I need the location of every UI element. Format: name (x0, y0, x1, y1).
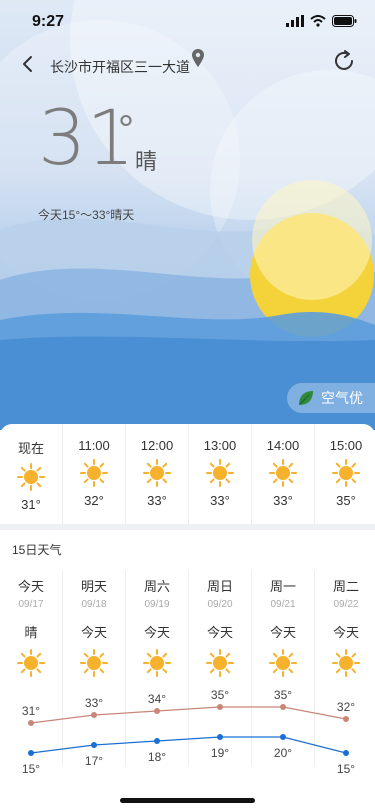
hourly-time: 现在 (17, 441, 44, 456)
daily-day: 明天 (80, 579, 107, 594)
hourly-item: 现在 31° (0, 424, 63, 524)
hourly-forecast[interactable]: 现在 31° 11:00 32° 12:00 33° 13:00 33° 14:… (0, 424, 375, 524)
high-temp-point (343, 716, 349, 722)
current-condition: 晴 (135, 149, 158, 174)
low-temp-label: 17° (85, 754, 103, 768)
low-temp-point (28, 750, 34, 756)
status-icons (286, 15, 357, 27)
hourly-item: 14:00 33° (252, 424, 315, 524)
hourly-time: 12:00 (140, 438, 174, 453)
sun-icon (143, 459, 171, 487)
high-temp-label: 31° (22, 704, 40, 718)
battery-icon (332, 15, 357, 27)
hourly-time: 13:00 (203, 438, 237, 453)
current-degree-symbol: ° (118, 108, 134, 152)
sun-icon (269, 459, 297, 487)
high-temp-label: 34° (148, 692, 166, 706)
sun-icon (143, 649, 171, 677)
high-temp-point (217, 704, 223, 710)
hourly-item: 11:00 32° (63, 424, 126, 524)
low-temp-point (154, 738, 160, 744)
daily-condition: 今天 (206, 625, 233, 640)
sun-icon (332, 649, 360, 677)
hourly-temp: 32° (84, 493, 104, 508)
daily-date: 09/19 (144, 599, 170, 610)
hourly-item: 15:00 35° (315, 424, 375, 524)
hourly-item: 12:00 33° (126, 424, 189, 524)
sun-icon (17, 649, 45, 677)
signal-icon (286, 15, 304, 27)
low-temp-label: 15° (337, 762, 355, 776)
hourly-time: 14:00 (266, 438, 300, 453)
daily-condition: 今天 (143, 625, 170, 640)
sun-icon (80, 649, 108, 677)
high-temp-line (30, 706, 347, 724)
location-text[interactable]: 长沙市开福区三一大道 (50, 57, 190, 77)
low-temp-label: 15° (22, 762, 40, 776)
hourly-temp: 33° (147, 493, 167, 508)
low-temp-line (30, 736, 347, 754)
low-temp-point (91, 742, 97, 748)
hourly-temp: 35° (336, 493, 356, 508)
daily-date: 09/18 (81, 599, 107, 610)
low-temp-label: 19° (211, 746, 229, 760)
low-temp-label: 18° (148, 750, 166, 764)
high-temp-label: 33° (85, 696, 103, 710)
today-range: 今天15°～33°晴天 (38, 208, 135, 222)
status-time: 9:27 (32, 13, 65, 30)
high-temp-point (91, 712, 97, 718)
daily-day: 周一 (269, 579, 296, 594)
daily-condition: 今天 (80, 625, 107, 640)
hourly-item: 13:00 33° (189, 424, 252, 524)
hourly-temp: 31° (21, 497, 41, 512)
high-temp-label: 35° (274, 688, 292, 702)
refresh-icon[interactable] (331, 48, 357, 74)
low-temp-point (280, 734, 286, 740)
sun-icon (80, 459, 108, 487)
daily-forecast-title: 15日天气 (12, 543, 62, 557)
low-temp-point (343, 750, 349, 756)
sun-icon (269, 649, 297, 677)
daily-date: 09/22 (333, 599, 359, 610)
sun-icon (332, 459, 360, 487)
sun-icon (206, 459, 234, 487)
sun-icon (17, 463, 45, 491)
low-temp-point (217, 734, 223, 740)
daily-day: 周日 (206, 579, 233, 594)
hourly-temp: 33° (273, 493, 293, 508)
hourly-time: 11:00 (78, 438, 110, 453)
daily-condition: 今天 (269, 625, 296, 640)
temperature-trend: 31° 15° 33° 17° 34° 18° 35° 19° 35° 20° 32° 15° (22, 688, 355, 776)
high-temp-label: 32° (337, 700, 355, 714)
hourly-time: 15:00 (329, 438, 363, 453)
home-indicator[interactable] (120, 798, 255, 803)
air-quality-badge[interactable]: 空气优 (287, 383, 375, 413)
high-temp-label: 35° (211, 688, 229, 702)
hourly-temp: 33° (210, 493, 230, 508)
location-pin-icon[interactable] (191, 48, 205, 68)
status-bar: 9:27 (0, 0, 375, 44)
daily-day: 周六 (143, 579, 170, 594)
daily-condition: 晴 (24, 625, 38, 640)
daily-day: 今天 (17, 579, 44, 594)
air-quality-label: 空气优 (321, 390, 363, 406)
daily-date: 09/21 (270, 599, 296, 610)
wifi-icon (310, 15, 326, 27)
high-temp-point (280, 704, 286, 710)
low-temp-label: 20° (274, 746, 292, 760)
section-divider (0, 524, 375, 530)
high-temp-point (154, 708, 160, 714)
daily-date: 09/20 (207, 599, 233, 610)
sun-icon (206, 649, 234, 677)
leaf-icon (299, 391, 313, 405)
daily-condition: 今天 (332, 625, 359, 640)
back-arrow-icon[interactable] (16, 52, 40, 76)
daily-date: 09/17 (18, 599, 44, 610)
daily-day: 周二 (332, 579, 359, 594)
high-temp-point (28, 720, 34, 726)
